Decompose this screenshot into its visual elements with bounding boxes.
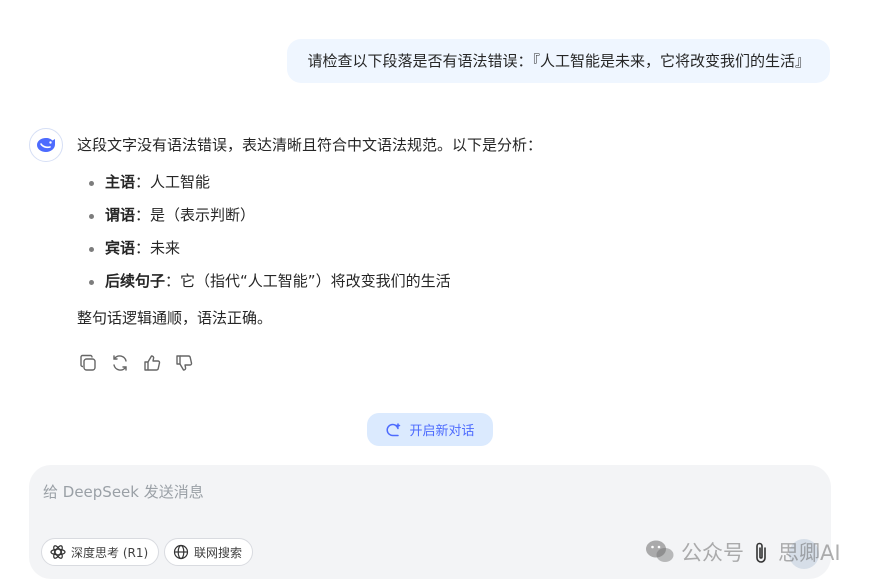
regenerate-button[interactable]	[109, 352, 131, 374]
deep-think-toggle[interactable]: 深度思考 (R1)	[41, 538, 160, 566]
message-actions	[77, 352, 195, 374]
analysis-list: 主语：人工智能 谓语：是（表示判断） 宾语：未来 后续句子：它（指代“人工智能”…	[77, 166, 837, 298]
message-composer: 深度思考 (R1) 联网搜索	[29, 465, 831, 579]
whale-logo-icon	[37, 138, 55, 152]
list-item: 后续句子：它（指代“人工智能”）将改变我们的生活	[77, 265, 837, 298]
web-search-toggle[interactable]: 联网搜索	[164, 538, 254, 566]
list-item: 谓语：是（表示判断）	[77, 199, 837, 232]
send-button[interactable]	[789, 539, 819, 569]
dislike-button[interactable]	[173, 352, 195, 374]
web-search-label: 联网搜索	[194, 545, 243, 560]
copy-icon	[80, 354, 96, 371]
like-button[interactable]	[141, 352, 163, 374]
list-item-label: 宾语	[105, 239, 136, 257]
list-item-text: 是（表示判断）	[150, 206, 256, 224]
paperclip-icon	[756, 542, 766, 563]
atom-icon	[50, 545, 66, 559]
list-item-label: 主语	[105, 173, 136, 191]
assistant-reply: 这段文字没有语法错误，表达清晰且符合中文语法规范。以下是分析： 主语：人工智能 …	[77, 133, 837, 330]
globe-icon	[173, 544, 189, 560]
new-chat-icon	[386, 422, 401, 436]
attach-button[interactable]	[751, 539, 771, 565]
thumbs-up-icon	[144, 355, 161, 371]
list-item: 主语：人工智能	[77, 166, 837, 199]
list-item-text: 未来	[150, 239, 181, 257]
list-item-label: 谓语	[105, 206, 136, 224]
new-chat-button[interactable]: 开启新对话	[367, 413, 493, 446]
regenerate-icon	[113, 355, 127, 371]
list-item-text: 人工智能	[150, 173, 211, 191]
thumbs-down-icon	[176, 355, 193, 371]
new-chat-label: 开启新对话	[409, 424, 475, 439]
list-item-label: 后续句子	[105, 272, 166, 290]
list-item-text: 它（指代“人工智能”）将改变我们的生活	[180, 272, 451, 290]
user-message-text: 请检查以下段落是否有语法错误：『人工智能是未来，它将改变我们的生活』	[307, 52, 810, 70]
user-message-bubble: 请检查以下段落是否有语法错误：『人工智能是未来，它将改变我们的生活』	[287, 39, 830, 83]
deepseek-avatar	[29, 128, 63, 162]
copy-button[interactable]	[77, 352, 99, 374]
reply-summary: 整句话逻辑通顺，语法正确。	[77, 309, 273, 327]
reply-intro: 这段文字没有语法错误，表达清晰且符合中文语法规范。以下是分析：	[77, 136, 543, 154]
list-item: 宾语：未来	[77, 232, 837, 265]
message-input[interactable]	[43, 479, 803, 505]
deep-think-label: 深度思考 (R1)	[71, 545, 149, 560]
